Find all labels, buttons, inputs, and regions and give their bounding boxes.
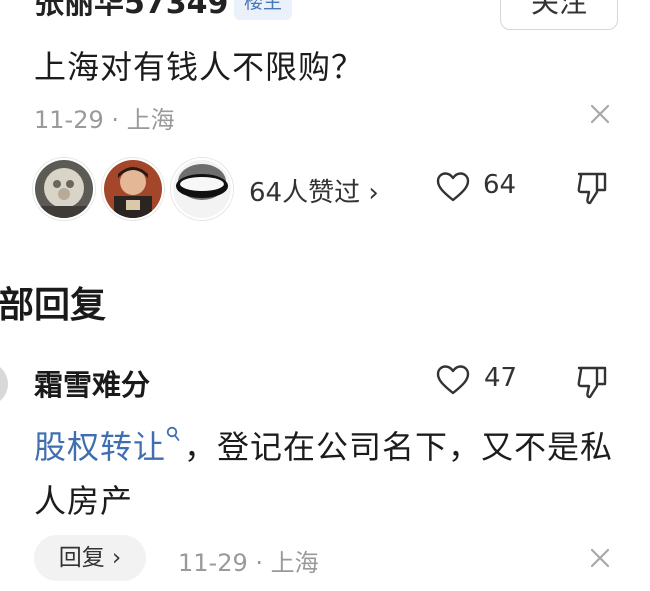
liker-avatar-1[interactable] <box>33 158 95 220</box>
reply-content: 股权转让 ，登记在公司名下，又不是私人房产 <box>34 420 634 528</box>
follow-button[interactable]: 关注 <box>500 0 618 30</box>
reply-date: 11-29 · 上海 <box>178 549 319 577</box>
search-icon[interactable] <box>166 426 180 442</box>
op-like-count: 64 <box>483 170 517 200</box>
heart-outline-icon[interactable] <box>435 364 471 396</box>
heart-outline-icon[interactable] <box>435 171 471 203</box>
thumbs-down-icon[interactable] <box>575 170 609 206</box>
reply-avatar[interactable] <box>0 362 8 406</box>
op-content: 上海对有钱人不限购？ <box>34 48 365 86</box>
reply-username[interactable]: 霜雪难分 <box>34 362 150 404</box>
thumbs-down-icon[interactable] <box>575 364 609 400</box>
reply-button[interactable]: 回复 › <box>34 535 146 581</box>
liker-avatar-2[interactable] <box>102 158 164 220</box>
keyword-link[interactable]: 股权转让 <box>34 428 166 466</box>
op-username[interactable]: 张丽华57349 <box>34 0 228 22</box>
close-icon[interactable] <box>589 547 615 573</box>
liker-avatar-3[interactable] <box>171 158 233 220</box>
replies-section-title: 部回复 <box>0 285 107 326</box>
reply-like-count: 47 <box>484 363 518 393</box>
op-badge: 楼主 <box>234 0 293 20</box>
op-date: 11-29 · 上海 <box>34 106 175 134</box>
close-icon[interactable] <box>589 103 615 129</box>
likes-summary-link[interactable]: 64人赞过 › <box>249 172 379 209</box>
